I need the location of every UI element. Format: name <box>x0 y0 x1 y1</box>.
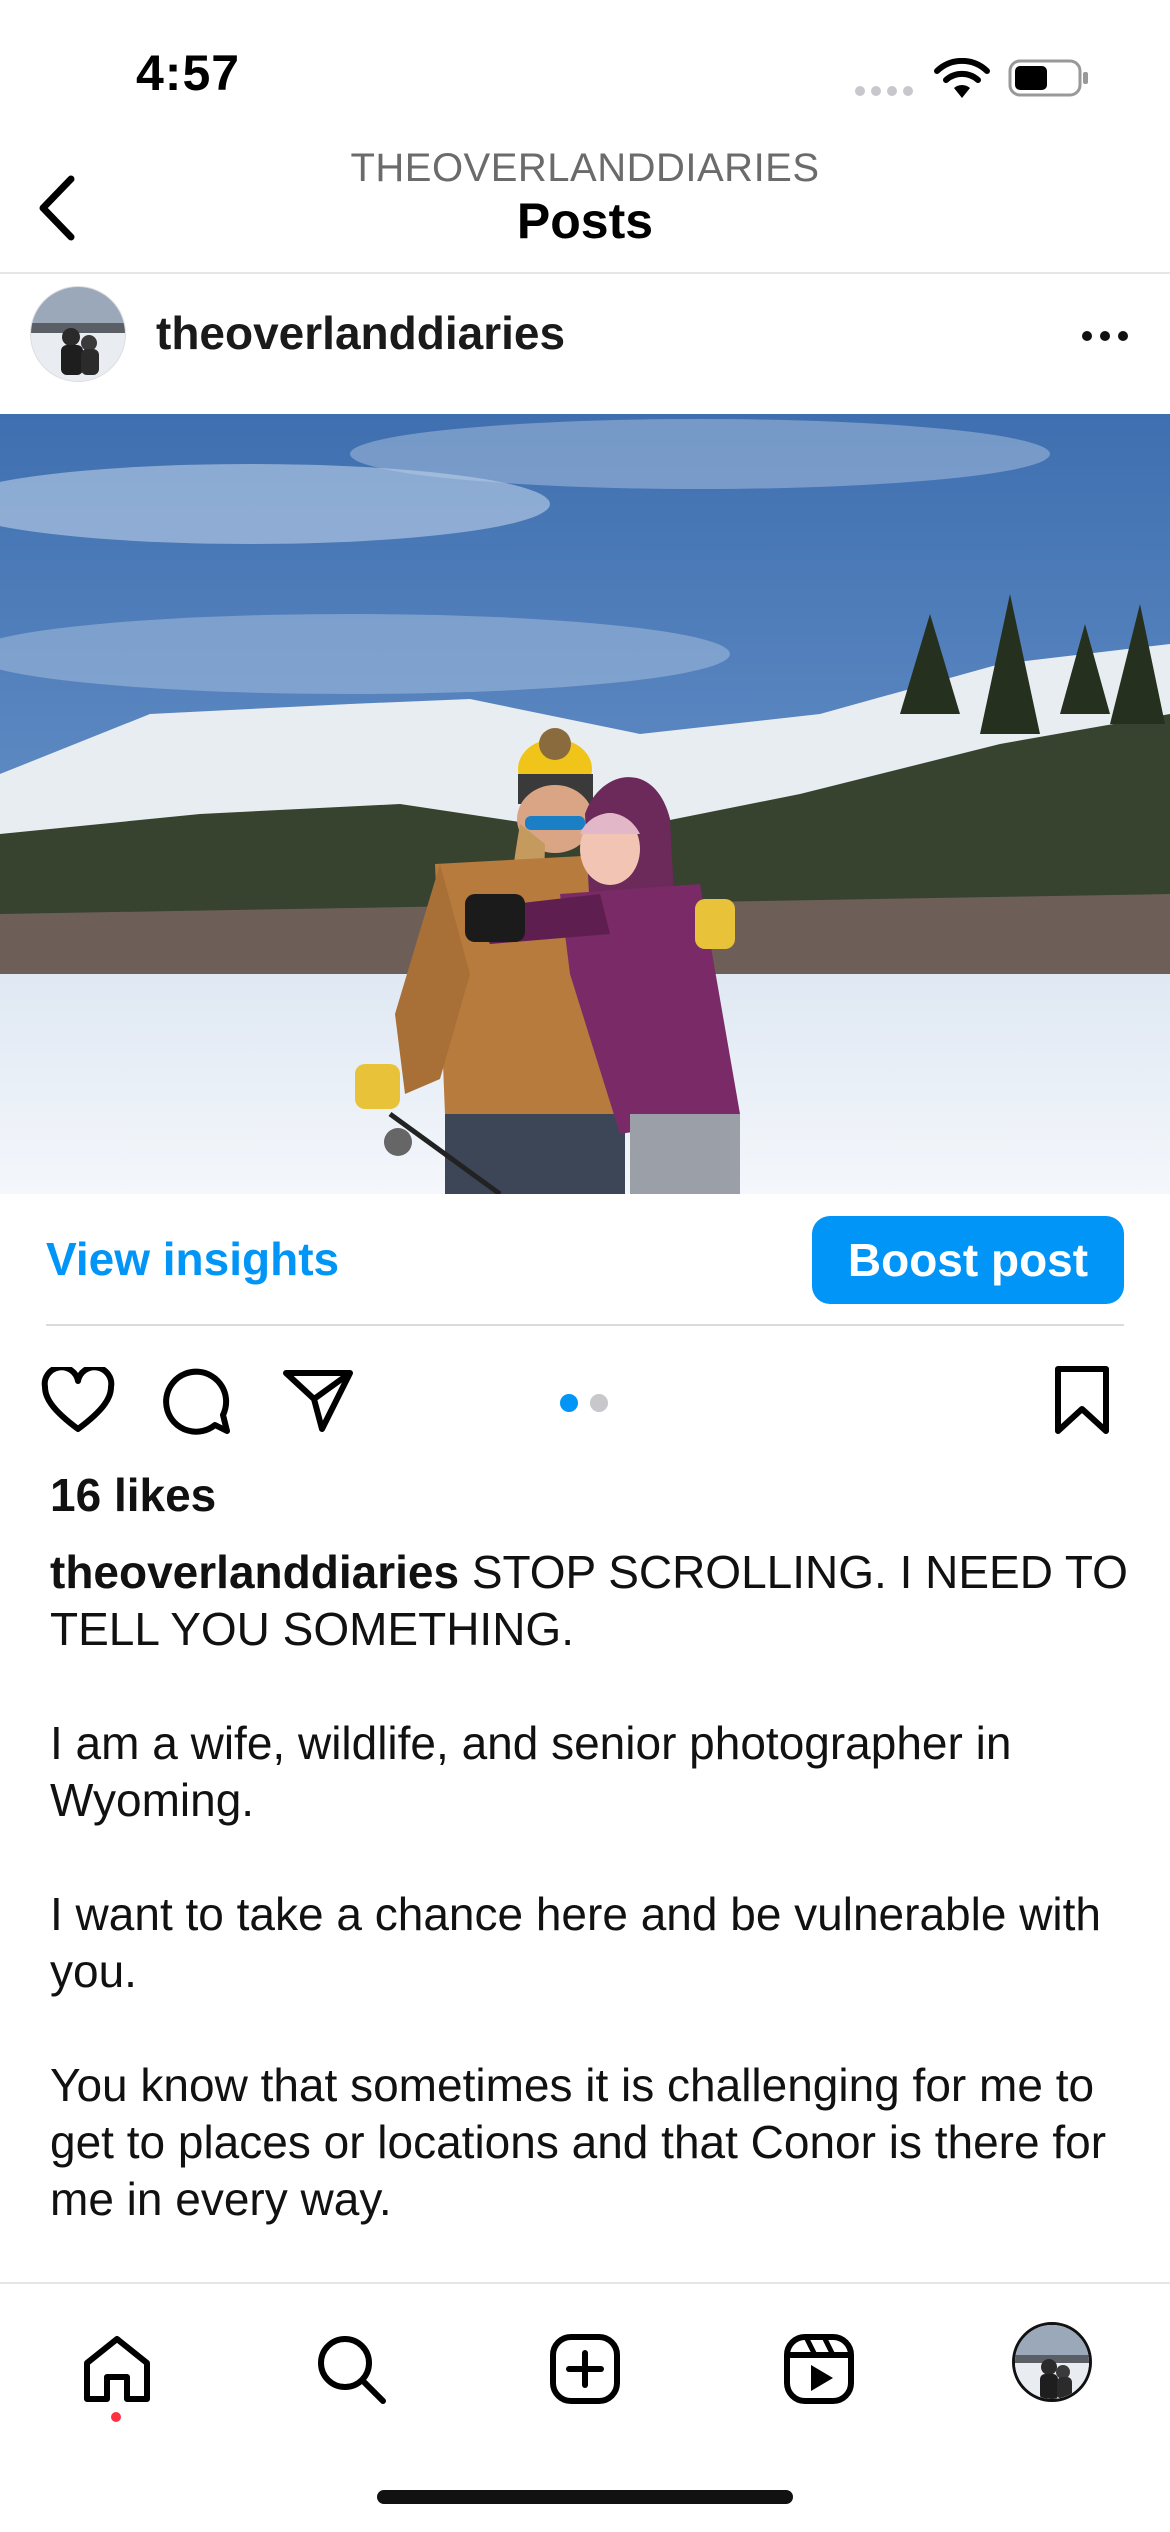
carousel-indicator <box>560 1394 608 1412</box>
heart-icon <box>41 1367 115 1432</box>
like-button[interactable] <box>38 1360 118 1440</box>
tab-profile[interactable] <box>1012 2322 1092 2402</box>
tab-search[interactable] <box>306 2324 396 2414</box>
caption-line: I am a wife, wildlife, and senior photog… <box>50 1717 1012 1826</box>
bookmark-icon <box>1055 1366 1109 1434</box>
divider <box>46 1324 1124 1326</box>
nav-header: THEOVERLANDDIARIES Posts <box>0 140 1170 274</box>
comment-button[interactable] <box>158 1360 238 1440</box>
account-name: THEOVERLANDDIARIES <box>350 146 820 190</box>
more-icon <box>1082 331 1092 341</box>
caption-line: You know that sometimes it is challengin… <box>50 2059 1107 2225</box>
search-icon <box>318 2336 386 2404</box>
post-photo[interactable] <box>0 414 1170 1194</box>
boost-post-button[interactable]: Boost post <box>812 1216 1124 1304</box>
home-indicator <box>377 2490 793 2504</box>
home-icon <box>84 2336 150 2402</box>
status-bar: 4:57 <box>0 0 1170 150</box>
tab-create[interactable] <box>540 2324 630 2414</box>
reels-icon <box>784 2334 854 2404</box>
tab-reels[interactable] <box>774 2324 864 2414</box>
likes-count[interactable]: 16 likes <box>50 1468 216 1522</box>
caption-username[interactable]: theoverlanddiaries <box>50 1546 459 1598</box>
comment-icon <box>163 1368 230 1435</box>
tab-home[interactable] <box>72 2324 162 2414</box>
save-button[interactable] <box>1042 1360 1122 1440</box>
page-title: Posts <box>516 193 654 249</box>
post-header: theoverlanddiaries <box>0 276 1170 414</box>
create-icon <box>550 2334 620 2404</box>
notification-dot <box>111 2412 121 2422</box>
insights-row: View insights Boost post <box>0 1194 1170 1324</box>
caption-line: I want to take a chance here and be vuln… <box>50 1888 1102 1997</box>
share-button[interactable] <box>278 1360 358 1440</box>
wifi-icon <box>934 58 990 98</box>
avatar[interactable] <box>30 286 126 382</box>
battery-icon <box>1008 59 1088 97</box>
post-username[interactable]: theoverlanddiaries <box>156 306 565 360</box>
cellular-signal-icon <box>855 86 913 96</box>
more-options-button[interactable] <box>1070 316 1140 356</box>
status-time: 4:57 <box>136 45 241 101</box>
post-actions <box>0 1350 1170 1450</box>
share-icon <box>283 1370 353 1432</box>
post-caption: theoverlanddiaries STOP SCROLLING. I NEE… <box>50 1544 1130 2285</box>
view-insights-link[interactable]: View insights <box>46 1232 339 1286</box>
